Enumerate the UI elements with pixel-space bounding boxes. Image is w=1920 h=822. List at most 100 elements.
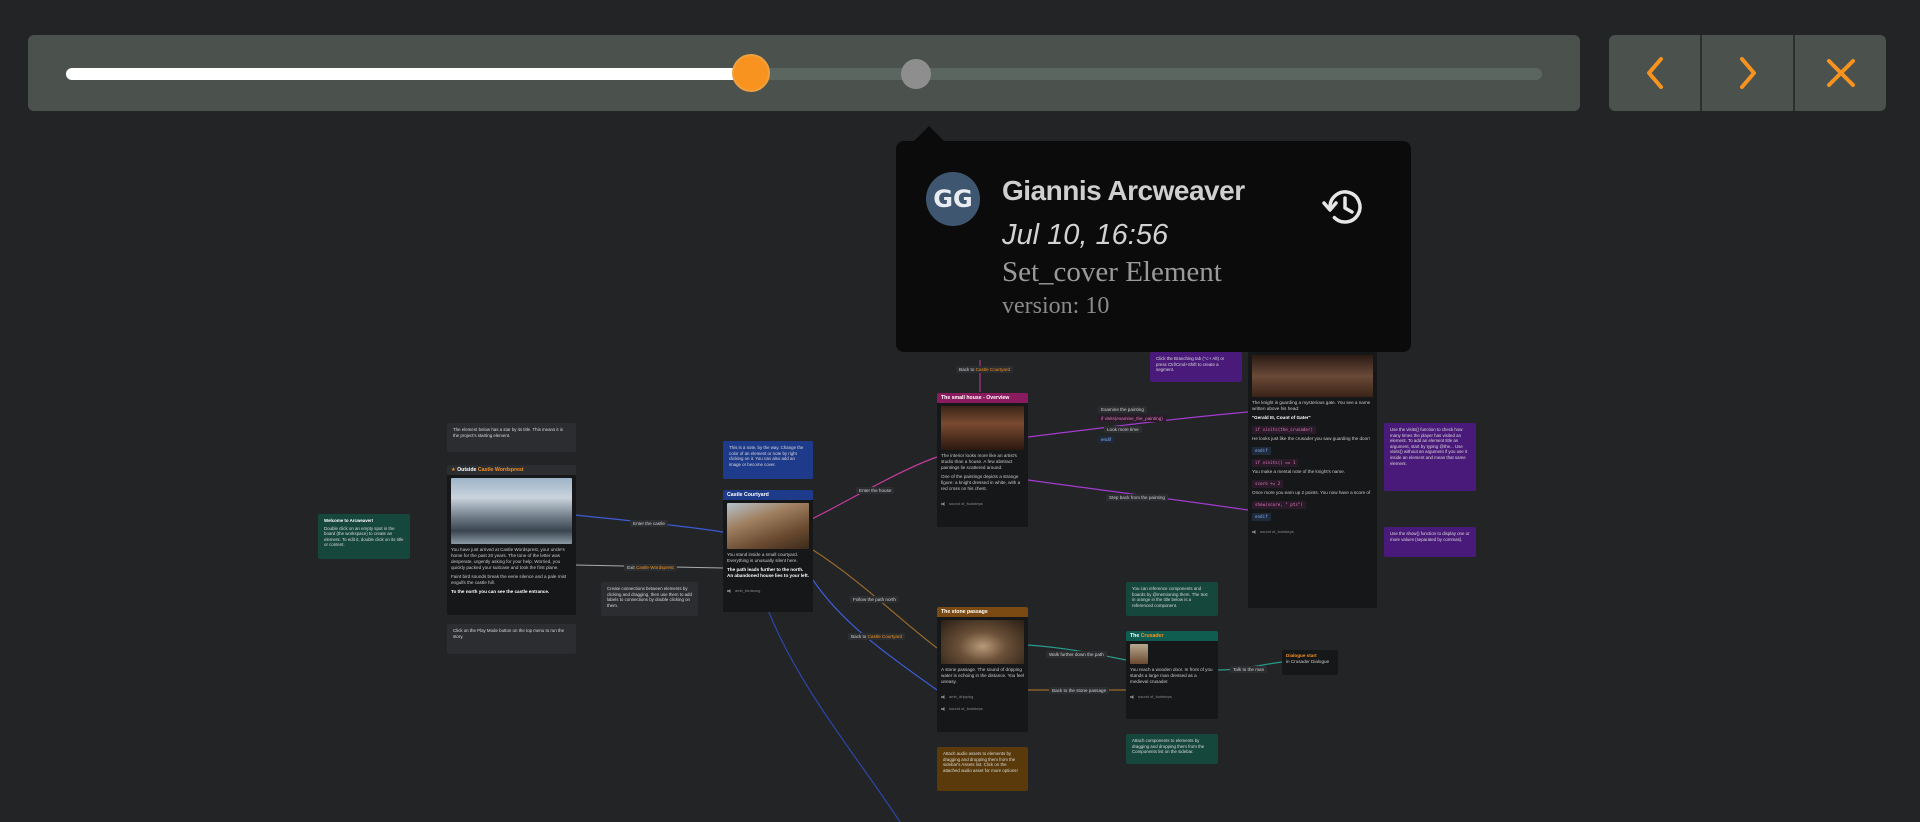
visits-function-note[interactable]: Use the visits() function to check how m… <box>1384 423 1476 491</box>
code-block: score += 2 <box>1252 480 1284 488</box>
code-block: if visits() == 1 <box>1252 459 1299 467</box>
show-function-note[interactable]: Use the show() function to display one o… <box>1384 527 1476 557</box>
element-text: To the north you can see the castle entr… <box>451 589 550 594</box>
element-text: Once more you earn up 2 points. You now … <box>1252 490 1371 495</box>
dialogue-jumper[interactable]: Dialogue start in Crusader Dialogue <box>1282 650 1338 675</box>
element-stone-passage[interactable]: The stone passage A stone passage. The s… <box>937 607 1028 732</box>
courtyard-cover-image <box>727 503 809 549</box>
branching-note[interactable]: Click the Branching tab (⌥+ Alt) or pres… <box>1150 352 1242 382</box>
label-text: endif <box>1101 437 1111 442</box>
element-title: Castle Courtyard <box>727 492 769 498</box>
speaker-icon <box>941 707 945 711</box>
code-block: if visits(the_crusader) <box>1252 426 1316 434</box>
label-follow-path[interactable]: Follow the path north <box>850 596 899 603</box>
element-title: The small house - Overview <box>941 395 1010 401</box>
code-block: endif <box>1252 447 1271 455</box>
connections-note[interactable]: Create connections between elements by c… <box>601 582 698 616</box>
label-endif[interactable]: endif <box>1098 436 1114 443</box>
version-date: Jul 10, 16:56 <box>1002 219 1169 251</box>
element-castle-courtyard[interactable]: Castle Courtyard You stand inside a smal… <box>723 490 813 612</box>
audio-name: sound of_footsteps <box>949 706 983 711</box>
element-text: "Gerald III, Count of Gater" <box>1252 415 1311 420</box>
next-version-button[interactable] <box>1700 35 1793 111</box>
audio-name: sound of_footsteps <box>1138 694 1172 699</box>
avatar-initials: GG <box>933 185 973 213</box>
starting-element-note[interactable]: The element below has a star by its titl… <box>447 423 576 452</box>
audio-name: amb_birdsong <box>735 588 761 593</box>
code-block: show(score, " pts") <box>1252 501 1306 509</box>
passage-cover-image <box>941 620 1024 664</box>
element-crusader[interactable]: The Crusader You reach a wooden door. In… <box>1126 631 1218 719</box>
label-back-passage[interactable]: Back to the stone passage <box>1049 687 1110 694</box>
user-name: Giannis Arcweaver <box>1002 175 1245 206</box>
label-examine-condition[interactable]: if visits(examine_the_painting) <box>1098 415 1166 422</box>
label-reference: Castle Courtyard <box>867 634 903 639</box>
references-note[interactable]: You can reference components and boards … <box>1126 582 1218 616</box>
audio-name: sound of_footsteps <box>1260 529 1294 534</box>
audio-asset[interactable]: sound of_footsteps <box>1248 526 1377 538</box>
history-slider-fill <box>66 68 751 80</box>
history-slider-track[interactable] <box>66 54 1542 92</box>
label-back-top[interactable]: Back to Castle Courtyard <box>956 366 1014 373</box>
speaker-icon <box>1252 530 1256 534</box>
house-cover-image <box>941 406 1024 450</box>
color-note-text: This is a note, by the way. Change the c… <box>729 445 804 467</box>
element-painting[interactable]: The knight is guarding a mysterious gate… <box>1248 352 1377 608</box>
history-icon <box>1322 190 1362 224</box>
element-outside-castle[interactable]: ★ Outside Castle Wordsprest You have jus… <box>447 465 576 615</box>
element-text: You have just arrived at Castle Wordspre… <box>451 547 565 570</box>
audio-asset[interactable]: sound of_footsteps <box>937 703 1028 715</box>
element-header: The small house - Overview <box>937 393 1028 403</box>
story-board-canvas[interactable]: Welcome to Arcweaver! Double click on an… <box>0 0 1920 822</box>
color-note[interactable]: This is a note, by the way. Change the c… <box>723 441 813 479</box>
component-reference[interactable]: Castle Wordsprest <box>478 467 524 473</box>
label-talk-man[interactable]: Talk to the man <box>1230 666 1268 673</box>
label-text: Examine the painting <box>1101 407 1144 412</box>
label-look-again[interactable]: Look more time <box>1104 426 1142 433</box>
history-version-marker[interactable] <box>900 59 931 89</box>
welcome-title: Welcome to Arcweaver! <box>324 518 374 523</box>
previous-version-button[interactable] <box>1609 35 1700 111</box>
play-mode-note[interactable]: Click on the Play Mode button on the top… <box>447 624 576 654</box>
speaker-icon <box>941 695 945 699</box>
welcome-text: Double click on an empty spot in the boa… <box>324 525 404 548</box>
element-small-house[interactable]: The small house - Overview The interior … <box>937 393 1028 527</box>
audio-name: sound of_footsteps <box>949 501 983 506</box>
label-exit-castle[interactable]: Exit Castle Wordsprest <box>624 564 677 571</box>
restore-version-button[interactable] <box>1321 183 1369 231</box>
audio-asset[interactable]: sound of_footsteps <box>1126 691 1218 703</box>
label-back-courtyard[interactable]: Back to Castle Courtyard <box>848 633 906 640</box>
label-enter-house[interactable]: Enter the house <box>856 487 895 494</box>
label-text: Exit <box>627 565 635 570</box>
label-text: Walk further down the path <box>1049 652 1104 657</box>
label-walk-further[interactable]: Walk further down the path <box>1046 651 1107 658</box>
element-text: The knight is guarding a mysterious gate… <box>1252 400 1371 411</box>
branching-note-text: Click the Branching tab (⌥+ Alt) or pres… <box>1156 356 1225 373</box>
welcome-note[interactable]: Welcome to Arcweaver! Double click on an… <box>318 514 410 559</box>
jumper-subtitle: in Crusader Dialogue <box>1286 659 1330 664</box>
components-note[interactable]: Attach components to elements by draggin… <box>1126 734 1218 764</box>
close-history-button[interactable] <box>1793 35 1886 111</box>
label-enter-castle[interactable]: Enter the castle <box>630 520 668 527</box>
components-note-text: Attach components to elements by draggin… <box>1132 738 1205 755</box>
element-text: The path leads further to the north. An … <box>727 567 809 578</box>
label-text: Step back from the painting <box>1109 495 1165 500</box>
label-examine-painting[interactable]: Examine the painting <box>1098 406 1147 413</box>
element-header: The Crusader <box>1126 631 1218 641</box>
speaker-icon <box>727 589 731 593</box>
history-slider-thumb[interactable] <box>731 54 770 92</box>
version-details-popup: GG Giannis Arcweaver Jul 10, 16:56 Set_c… <box>896 141 1411 352</box>
component-reference[interactable]: Crusader <box>1141 633 1164 639</box>
label-text: Talk to the man <box>1233 667 1265 672</box>
label-text: Enter the castle <box>633 521 665 526</box>
label-step-back[interactable]: Step back from the painting <box>1106 494 1168 501</box>
connections-note-text: Create connections between elements by c… <box>607 586 692 608</box>
avatar: GG <box>926 172 980 226</box>
audio-asset[interactable]: sound of_footsteps <box>937 498 1028 510</box>
crusader-portrait <box>1130 644 1148 664</box>
label-text: Enter the house <box>859 488 892 493</box>
audio-asset[interactable]: amb_birdsong <box>723 585 813 597</box>
audio-note[interactable]: Attach audio assets to elements by dragg… <box>937 747 1028 791</box>
audio-asset[interactable]: amb_dripping <box>937 691 1028 703</box>
label-text: if visits(examine_the_painting) <box>1101 416 1163 421</box>
